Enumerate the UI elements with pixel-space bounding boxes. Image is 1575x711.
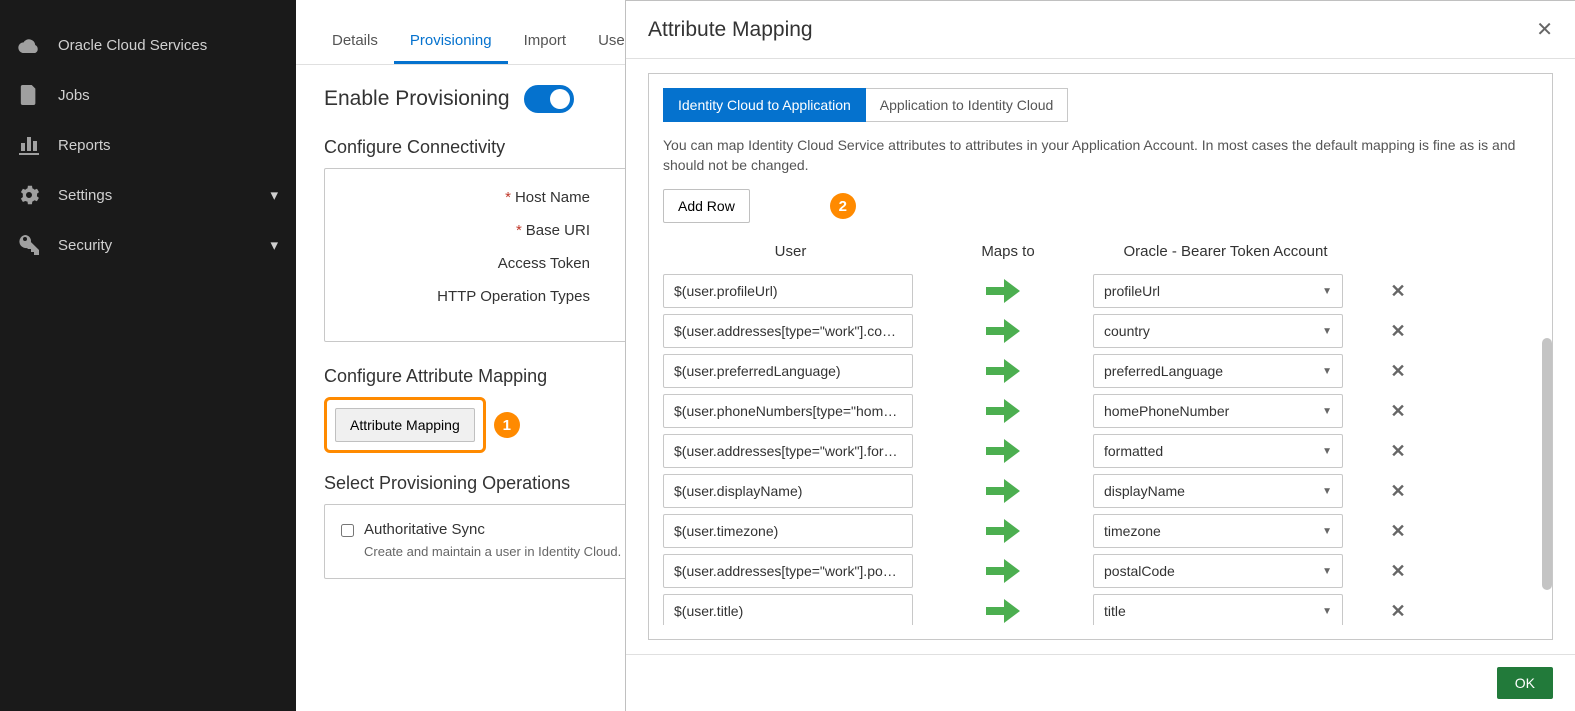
delete-row-icon[interactable]: ✕ bbox=[1390, 441, 1405, 462]
col-header-user: User bbox=[663, 243, 918, 260]
delete-row-icon[interactable]: ✕ bbox=[1390, 281, 1405, 302]
sidebar-item-label: Security bbox=[58, 237, 112, 254]
close-icon[interactable]: ✕ bbox=[1536, 17, 1553, 42]
tab-idc-to-app[interactable]: Identity Cloud to Application bbox=[663, 88, 866, 122]
user-attribute-input[interactable]: $(user.phoneNumbers[type="home"]) bbox=[663, 394, 913, 428]
sidebar-item-security[interactable]: Security ▾ bbox=[0, 220, 296, 270]
maps-to-arrow-icon bbox=[913, 439, 1093, 463]
target-attribute-select[interactable]: profileUrl▼ bbox=[1093, 274, 1343, 308]
user-attribute-input[interactable]: $(user.displayName) bbox=[663, 474, 913, 508]
target-attribute-select[interactable]: timezone▼ bbox=[1093, 514, 1343, 548]
sidebar: Oracle Cloud Services Jobs Reports Setti… bbox=[0, 0, 296, 711]
delete-row-icon[interactable]: ✕ bbox=[1390, 321, 1405, 342]
user-attribute-input[interactable]: $(user.preferredLanguage) bbox=[663, 354, 913, 388]
user-attribute-input[interactable]: $(user.addresses[type="work"].postalCode… bbox=[663, 554, 913, 588]
maps-to-arrow-icon bbox=[913, 599, 1093, 623]
scrollbar[interactable] bbox=[1542, 338, 1552, 590]
mapping-row: $(user.displayName) displayName▼ ✕ bbox=[663, 474, 1532, 508]
gear-icon bbox=[18, 184, 40, 206]
tab-details[interactable]: Details bbox=[316, 20, 394, 64]
document-icon bbox=[18, 84, 40, 106]
base-uri-label: Base URI bbox=[526, 222, 590, 239]
modal-title: Attribute Mapping bbox=[648, 18, 813, 42]
maps-to-arrow-icon bbox=[913, 359, 1093, 383]
delete-row-icon[interactable]: ✕ bbox=[1390, 401, 1405, 422]
sidebar-item-oracle-cloud-services[interactable]: Oracle Cloud Services bbox=[0, 20, 296, 70]
enable-provisioning-toggle[interactable] bbox=[524, 85, 574, 113]
target-attribute-select[interactable]: homePhoneNumber▼ bbox=[1093, 394, 1343, 428]
ok-button[interactable]: OK bbox=[1497, 667, 1553, 699]
enable-provisioning-label: Enable Provisioning bbox=[324, 87, 510, 111]
maps-to-arrow-icon bbox=[913, 559, 1093, 583]
target-attribute-select[interactable]: displayName▼ bbox=[1093, 474, 1343, 508]
maps-to-arrow-icon bbox=[913, 479, 1093, 503]
user-attribute-input[interactable]: $(user.timezone) bbox=[663, 514, 913, 548]
maps-to-arrow-icon bbox=[913, 399, 1093, 423]
attribute-mapping-button[interactable]: Attribute Mapping bbox=[335, 408, 475, 442]
delete-row-icon[interactable]: ✕ bbox=[1390, 521, 1405, 542]
add-row-button[interactable]: Add Row bbox=[663, 189, 750, 223]
sidebar-item-label: Jobs bbox=[58, 87, 90, 104]
delete-row-icon[interactable]: ✕ bbox=[1390, 481, 1405, 502]
sidebar-item-label: Reports bbox=[58, 137, 111, 154]
step-marker-2: 2 bbox=[830, 193, 856, 219]
chevron-down-icon: ▾ bbox=[270, 236, 278, 254]
authoritative-sync-checkbox[interactable] bbox=[341, 524, 354, 537]
tab-app-to-idc[interactable]: Application to Identity Cloud bbox=[866, 88, 1069, 122]
http-ops-label: HTTP Operation Types bbox=[437, 288, 590, 305]
target-attribute-select[interactable]: preferredLanguage▼ bbox=[1093, 354, 1343, 388]
target-attribute-select[interactable]: postalCode▼ bbox=[1093, 554, 1343, 588]
delete-row-icon[interactable]: ✕ bbox=[1390, 601, 1405, 622]
mapping-row: $(user.addresses[type="work"].postalCode… bbox=[663, 554, 1532, 588]
user-attribute-input[interactable]: $(user.addresses[type="work"].country) bbox=[663, 314, 913, 348]
target-attribute-select[interactable]: country▼ bbox=[1093, 314, 1343, 348]
host-name-label: Host Name bbox=[515, 189, 590, 206]
sidebar-item-jobs[interactable]: Jobs bbox=[0, 70, 296, 120]
bar-chart-icon bbox=[18, 134, 40, 156]
maps-to-arrow-icon bbox=[913, 279, 1093, 303]
sidebar-item-reports[interactable]: Reports bbox=[0, 120, 296, 170]
user-attribute-input[interactable]: $(user.addresses[type="work"].formatted) bbox=[663, 434, 913, 468]
mapping-row: $(user.timezone) timezone▼ ✕ bbox=[663, 514, 1532, 548]
maps-to-arrow-icon bbox=[913, 519, 1093, 543]
delete-row-icon[interactable]: ✕ bbox=[1390, 361, 1405, 382]
user-attribute-input[interactable]: $(user.title) bbox=[663, 594, 913, 625]
target-attribute-select[interactable]: formatted▼ bbox=[1093, 434, 1343, 468]
key-icon bbox=[18, 234, 40, 256]
target-attribute-select[interactable]: title▼ bbox=[1093, 594, 1343, 625]
delete-row-icon[interactable]: ✕ bbox=[1390, 561, 1405, 582]
col-header-target: Oracle - Bearer Token Account bbox=[1098, 243, 1353, 260]
maps-to-arrow-icon bbox=[913, 319, 1093, 343]
attribute-mapping-modal: Attribute Mapping ✕ Identity Cloud to Ap… bbox=[625, 0, 1575, 711]
chevron-down-icon: ▾ bbox=[270, 186, 278, 204]
mapping-row: $(user.title) title▼ ✕ bbox=[663, 594, 1532, 625]
mapping-row: $(user.preferredLanguage) preferredLangua… bbox=[663, 354, 1532, 388]
sidebar-item-label: Settings bbox=[58, 187, 112, 204]
access-token-label: Access Token bbox=[498, 255, 590, 272]
mapping-row: $(user.addresses[type="work"].country) co… bbox=[663, 314, 1532, 348]
mapping-info-text: You can map Identity Cloud Service attri… bbox=[663, 136, 1538, 175]
tab-import[interactable]: Import bbox=[508, 20, 583, 64]
tab-provisioning[interactable]: Provisioning bbox=[394, 20, 508, 64]
sidebar-item-settings[interactable]: Settings ▾ bbox=[0, 170, 296, 220]
mapping-row: $(user.phoneNumbers[type="home"]) homePho… bbox=[663, 394, 1532, 428]
step-marker-1: 1 bbox=[494, 412, 520, 438]
attribute-mapping-highlight: Attribute Mapping bbox=[324, 397, 486, 453]
mapping-row: $(user.addresses[type="work"].formatted)… bbox=[663, 434, 1532, 468]
cloud-icon bbox=[18, 34, 40, 56]
col-header-maps-to: Maps to bbox=[918, 243, 1098, 260]
user-attribute-input[interactable]: $(user.profileUrl) bbox=[663, 274, 913, 308]
mapping-row: $(user.profileUrl) profileUrl▼ ✕ bbox=[663, 274, 1532, 308]
sidebar-item-label: Oracle Cloud Services bbox=[58, 37, 207, 54]
